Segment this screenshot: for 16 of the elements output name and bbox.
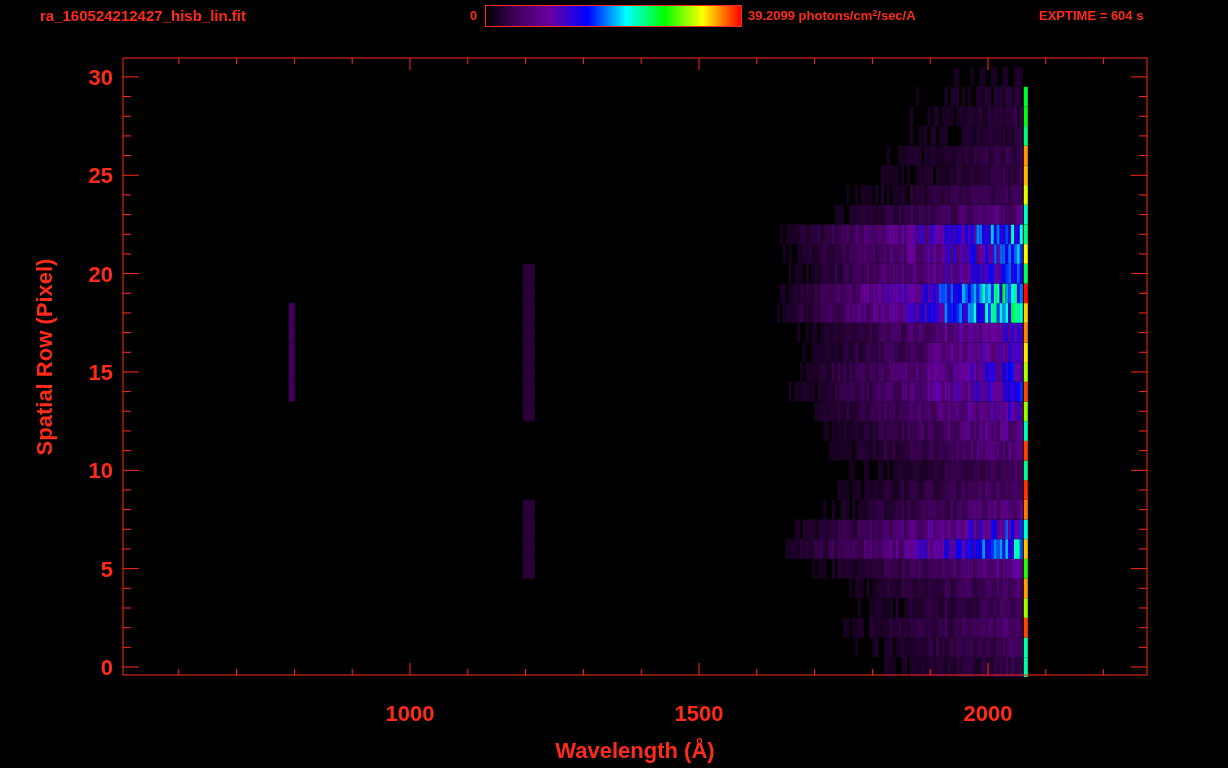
colorbar-max-label: 39.2099 photons/cm$^{2}$/sec/A bbox=[747, 6, 917, 26]
y-axis-title: Spatial Row (Pixel) bbox=[32, 258, 57, 456]
file-name: ra_160524212427_hisb_lin.fit bbox=[39, 5, 247, 26]
y-tick-label: 25 bbox=[88, 163, 113, 189]
y-tick-label: 5 bbox=[100, 556, 113, 582]
colorbar-min-label: 0 bbox=[470, 7, 479, 26]
y-tick-label: 30 bbox=[88, 64, 113, 90]
x-tick-label: 1000 bbox=[385, 701, 435, 726]
y-tick-label: 15 bbox=[88, 359, 113, 385]
x-tick-label: 1500 bbox=[674, 701, 724, 726]
x-axis-title: Wavelength (Å) bbox=[555, 738, 715, 763]
y-tick-label: 20 bbox=[88, 261, 113, 287]
y-tick-label: 0 bbox=[100, 655, 113, 680]
exposure-time: EXPTIME = 604 s bbox=[1039, 7, 1144, 26]
x-tick-label: 2000 bbox=[963, 701, 1013, 726]
y-tick-label: 10 bbox=[88, 458, 113, 484]
